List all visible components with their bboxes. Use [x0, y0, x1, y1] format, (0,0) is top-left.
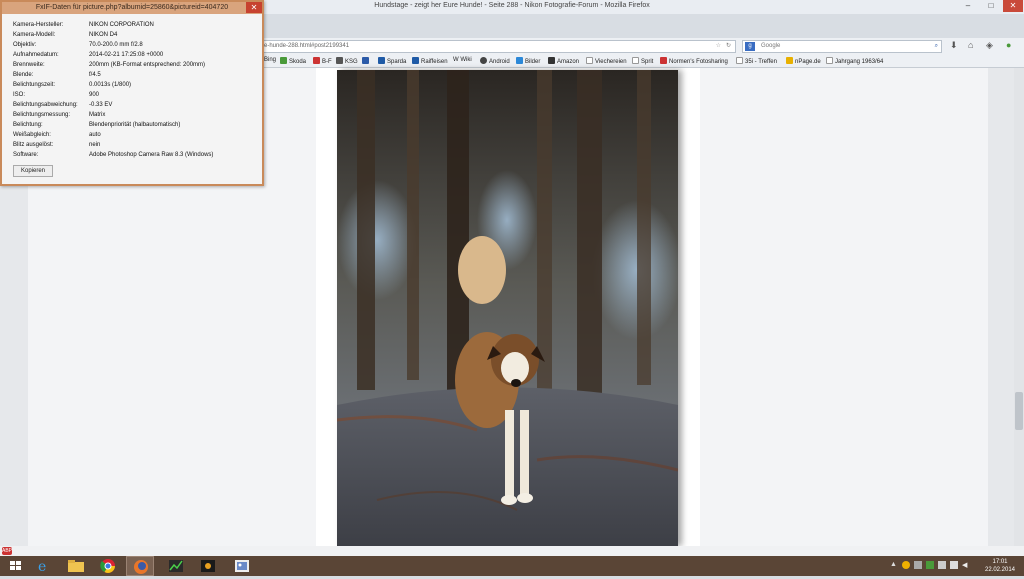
bookmark-jahrgang[interactable]: Jahrgang 1963/64: [826, 57, 883, 65]
page-icon: [632, 57, 639, 64]
bookmark-35i-treffen[interactable]: 35i - Treffen: [736, 57, 777, 65]
bookmark-bing[interactable]: Bing: [264, 57, 276, 63]
bookmark-facebook[interactable]: [362, 57, 371, 65]
chart-app-icon[interactable]: [162, 556, 190, 576]
bookmark-normens-fotosharing[interactable]: Normen's Fotosharing: [660, 57, 728, 65]
camera-app-icon[interactable]: [194, 556, 222, 576]
internet-explorer-icon[interactable]: e: [30, 556, 58, 576]
post-photo[interactable]: [337, 70, 678, 546]
tray-security-icon[interactable]: [926, 561, 934, 569]
extension-icon[interactable]: ●: [1006, 40, 1011, 50]
tray-flag-icon[interactable]: [938, 561, 946, 569]
svg-text:e: e: [38, 559, 46, 575]
search-placeholder: Google: [761, 43, 781, 49]
page-icon: [826, 57, 833, 64]
bf-icon: [313, 57, 320, 64]
page-icon: [736, 57, 743, 64]
home-icon[interactable]: ⌂: [968, 40, 973, 50]
facebook-icon: [362, 57, 369, 64]
bookmark-bf[interactable]: B-F: [313, 57, 332, 65]
bookmark-sprit[interactable]: Sprit: [632, 57, 653, 65]
windows-start-icon[interactable]: [2, 556, 30, 576]
clock-date: 22.02.2014: [984, 567, 1016, 573]
maximize-button[interactable]: □: [981, 0, 1001, 12]
bookmark-npage[interactable]: nPage.de: [786, 57, 821, 65]
bookmark-raiffeisen[interactable]: Raiffeisen: [412, 57, 448, 65]
exif-popup-title: FxIF-Daten für picture.php?albumid=25860…: [2, 2, 262, 14]
photo-viewer-icon[interactable]: [228, 556, 256, 576]
bookmark-amazon[interactable]: Amazon: [548, 57, 579, 65]
fotosharing-icon: [660, 57, 667, 64]
dog-photo-image: [337, 70, 678, 546]
skoda-icon: [280, 57, 287, 64]
amazon-icon: [548, 57, 555, 64]
clock[interactable]: 17:01 22.02.2014: [978, 558, 1022, 574]
exif-popup: FxIF-Daten für picture.php?albumid=25860…: [0, 0, 264, 186]
chrome-icon[interactable]: [94, 556, 122, 576]
android-icon: [480, 57, 487, 64]
g-icon[interactable]: g: [745, 42, 755, 51]
search-input[interactable]: g Google ⌕: [742, 40, 942, 53]
exif-close-button[interactable]: ✕: [246, 2, 262, 13]
bookmark-android[interactable]: Android: [480, 57, 510, 65]
bookmark-skoda[interactable]: Skoda: [280, 57, 306, 65]
copy-button[interactable]: Kopieren: [13, 165, 53, 177]
download-icon[interactable]: ⬇: [950, 40, 958, 51]
raiffeisen-icon: [412, 57, 419, 64]
tray-display-icon[interactable]: [950, 561, 958, 569]
npage-icon: [786, 57, 793, 64]
search-icon[interactable]: ⌕: [935, 41, 938, 52]
addon-icon[interactable]: ◈: [986, 40, 993, 51]
folder-icon: [586, 57, 593, 64]
bookmark-ksg[interactable]: KSG: [336, 57, 358, 65]
page-scrollbar[interactable]: [1014, 68, 1024, 546]
minimize-button[interactable]: –: [958, 0, 978, 12]
tray-expand-icon[interactable]: ▲: [890, 561, 897, 568]
tray-app-icon[interactable]: [902, 561, 910, 569]
bilder-icon: [516, 57, 523, 64]
bookmark-bilder[interactable]: Bilder: [516, 57, 540, 65]
url-input[interactable]: ve-hunde-288.html#post2199341 ☆ ↻: [256, 40, 736, 53]
browser-statusbar: ABP: [0, 546, 1024, 556]
ksg-icon: [336, 57, 343, 64]
tray-network-icon[interactable]: [914, 561, 922, 569]
close-button[interactable]: ✕: [1003, 0, 1023, 12]
windows-taskbar: e ▲ ◀ 17:01 22.02.2014: [0, 556, 1024, 576]
adblock-icon[interactable]: ABP: [2, 547, 12, 555]
bookmark-star-icon[interactable]: ☆: [716, 41, 721, 52]
bookmark-wiki[interactable]: W Wiki: [453, 57, 472, 63]
bookmark-sparda[interactable]: Sparda: [378, 57, 406, 65]
scrollbar-thumb[interactable]: [1015, 392, 1023, 430]
sparda-icon: [378, 57, 385, 64]
tray-volume-icon[interactable]: ◀: [962, 561, 967, 569]
clock-time: 17:01: [992, 559, 1008, 565]
reload-icon[interactable]: ↻: [726, 41, 731, 52]
bookmark-viechereien[interactable]: Viechereien: [586, 57, 627, 65]
url-text: ve-hunde-288.html#post2199341: [261, 43, 350, 49]
file-explorer-icon[interactable]: [62, 556, 90, 576]
firefox-icon[interactable]: [126, 556, 154, 576]
